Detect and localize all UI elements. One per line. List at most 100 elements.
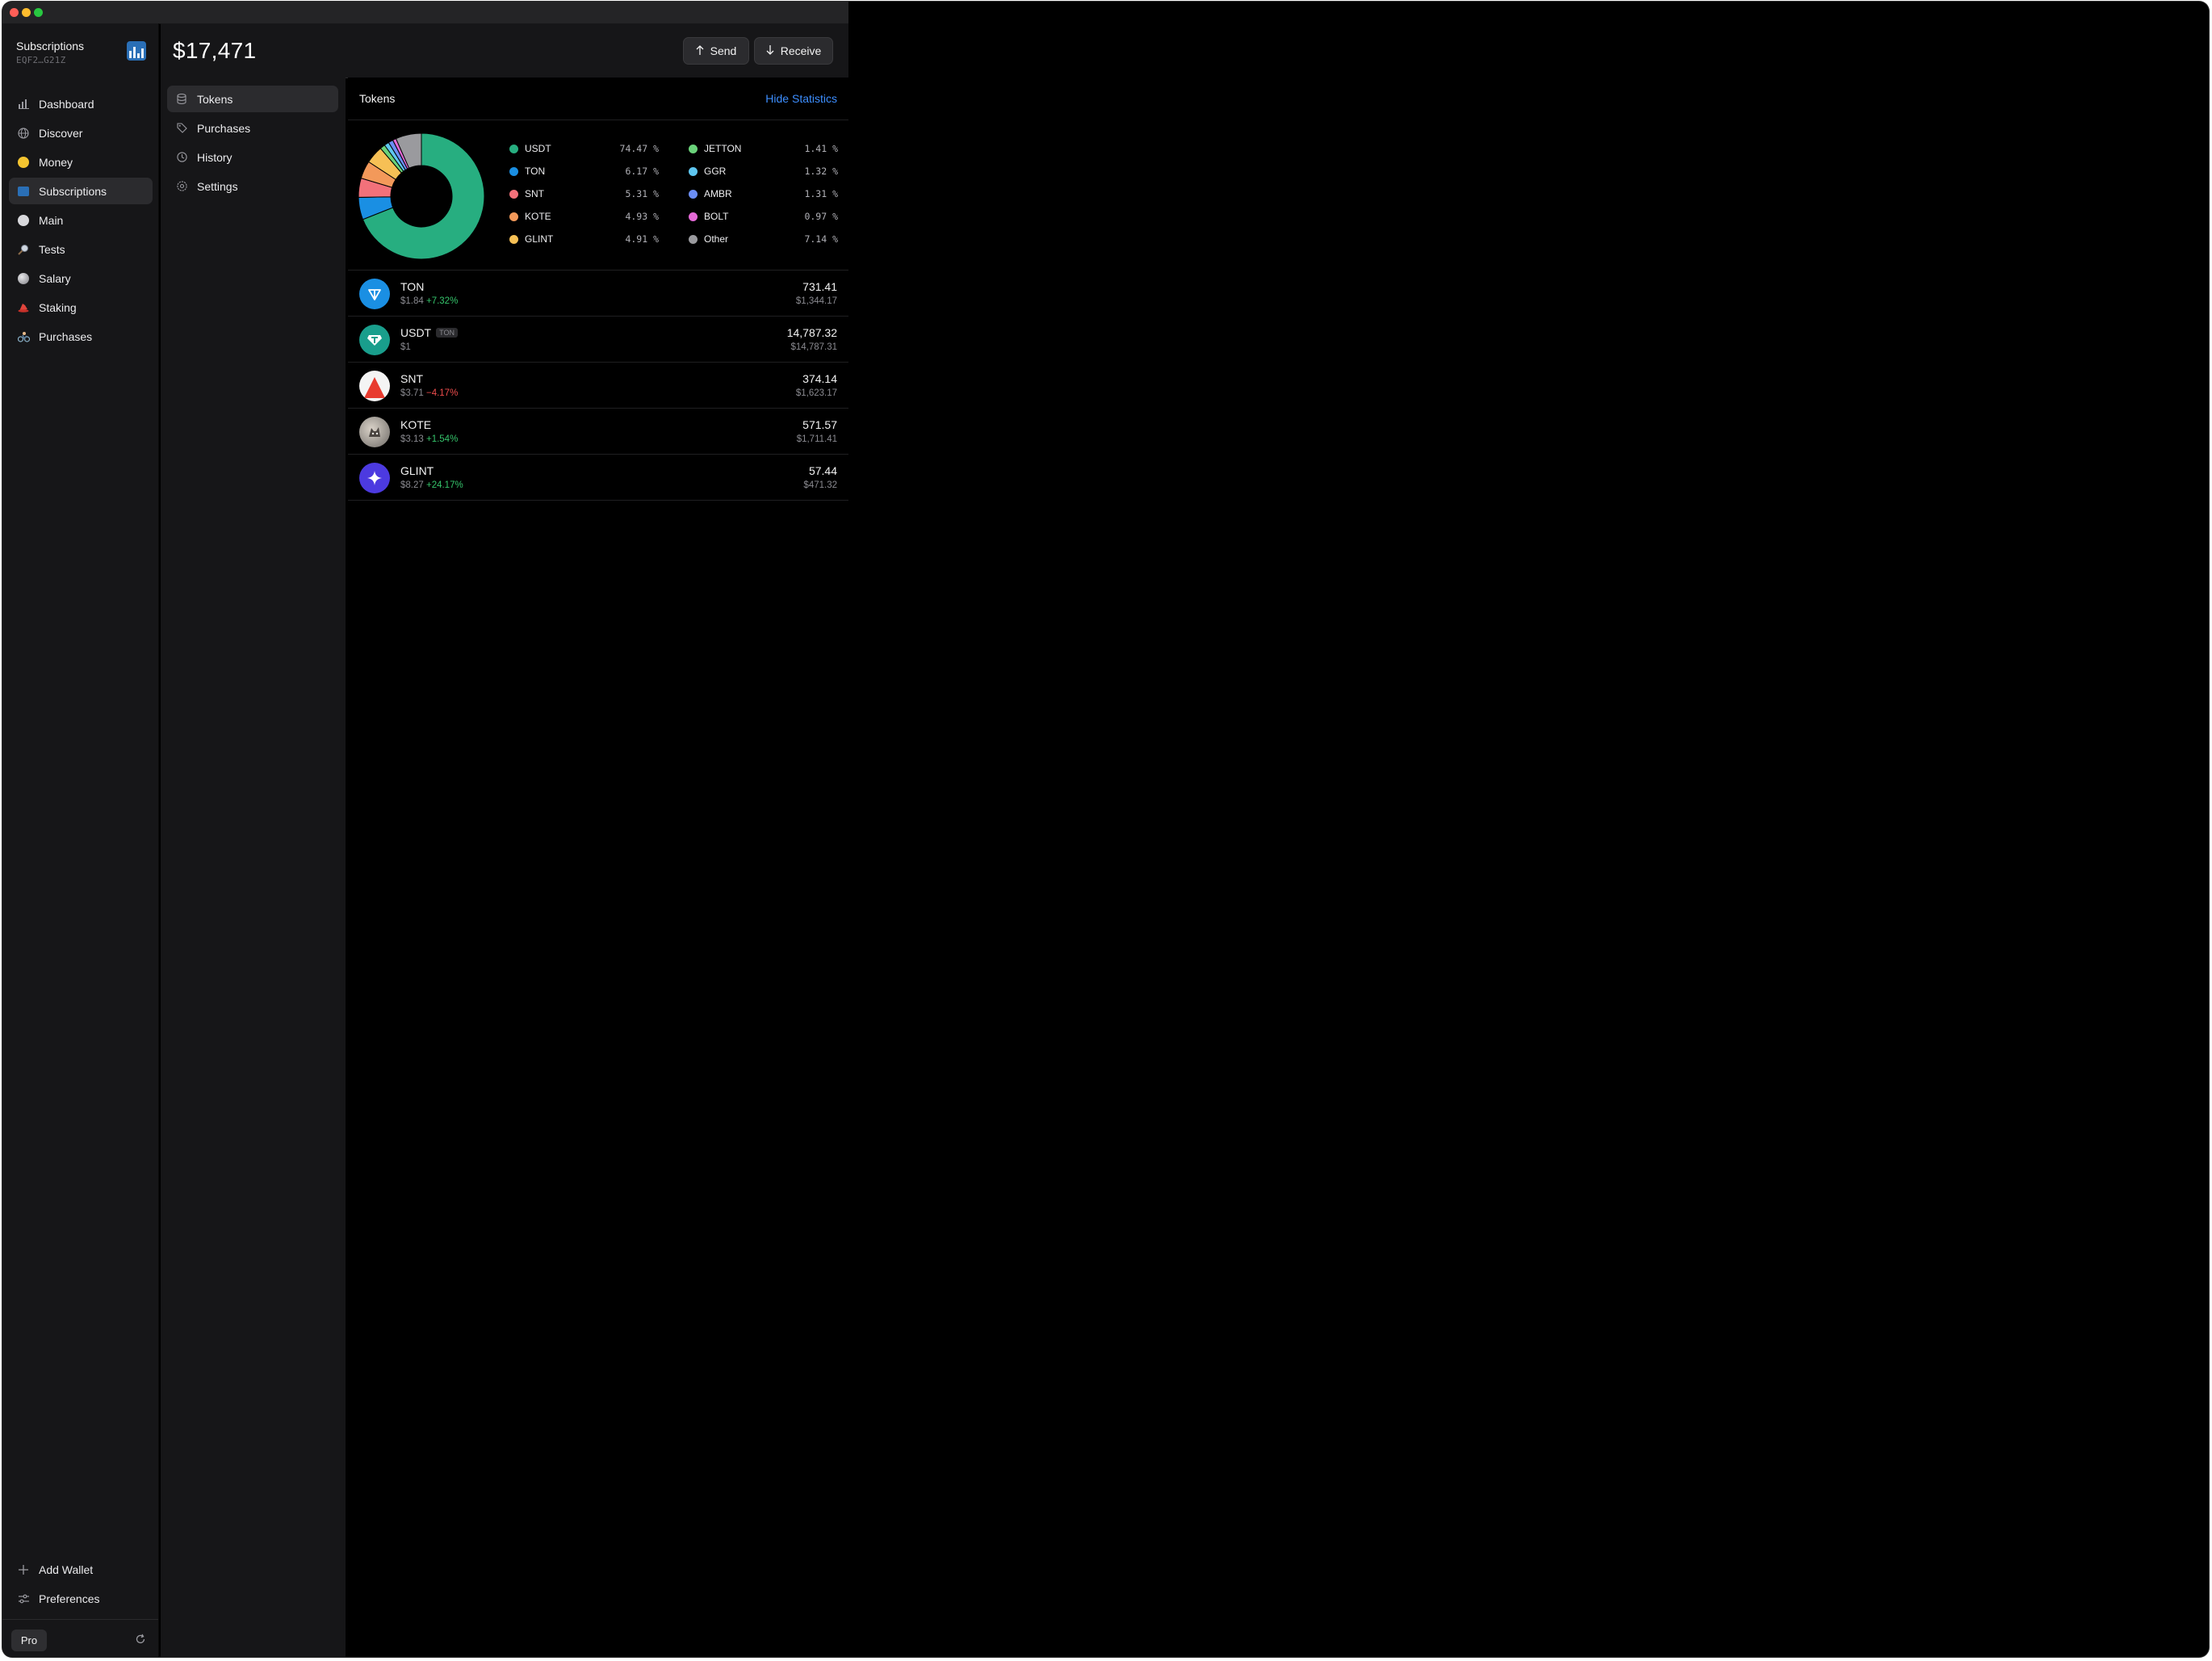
legend-item: TON 6.17 %	[509, 160, 659, 182]
legend-name: USDT	[525, 143, 551, 154]
legend-name: Other	[704, 233, 729, 245]
subnav-item-settings[interactable]: Settings	[167, 173, 338, 199]
token-name: GLINT	[400, 464, 434, 477]
sidebar-item-purchases[interactable]: Purchases	[9, 323, 153, 350]
legend-percent: 1.41 %	[804, 143, 838, 154]
sidebar-item-main[interactable]: Main	[9, 207, 153, 233]
tag-icon	[175, 122, 188, 135]
title-bar	[2, 2, 848, 24]
magnifier-emoji-icon	[17, 243, 30, 256]
subnav-item-tokens[interactable]: Tokens	[167, 86, 338, 112]
chart-emoji-icon	[17, 185, 30, 198]
bar-chart-icon	[17, 98, 30, 111]
token-symbol: SNT	[400, 372, 423, 385]
legend-item: USDT 74.47 %	[509, 137, 659, 160]
token-symbol: KOTE	[400, 418, 432, 431]
bar-chart-icon[interactable]	[127, 41, 146, 61]
token-fiat-value: $1,344.17	[795, 296, 837, 306]
subnav-item-history[interactable]: History	[167, 144, 338, 170]
token-price: $3.13 +1.54%	[400, 434, 458, 444]
sidebar-item-dashboard[interactable]: Dashboard	[9, 90, 153, 117]
tokens-header: Tokens Hide Statistics	[348, 78, 848, 120]
send-button[interactable]: Send	[683, 37, 749, 65]
refresh-icon[interactable]	[135, 1634, 146, 1645]
legend-percent: 74.47 %	[619, 143, 659, 154]
snt-icon	[359, 371, 390, 401]
legend-item: Other 7.14 %	[689, 228, 838, 250]
kote-icon	[359, 417, 390, 447]
token-amount: 57.44	[808, 464, 837, 477]
token-fiat-value: $14,787.31	[790, 342, 837, 352]
token-name: USDT TON	[400, 326, 458, 339]
receive-button[interactable]: Receive	[754, 37, 833, 65]
legend-percent: 4.91 %	[625, 233, 659, 245]
token-amount: 731.41	[802, 280, 837, 293]
token-row-kote[interactable]: KOTE $3.13 +1.54% 571.57 $1,711.41	[348, 409, 848, 455]
token-name: TON	[400, 280, 424, 293]
subnav-item-label: Purchases	[197, 121, 251, 135]
legend-percent: 1.32 %	[804, 166, 838, 177]
token-row-usdt[interactable]: USDT TON $1 14,787.32 $14,787.31	[348, 317, 848, 363]
token-name: SNT	[400, 372, 423, 385]
token-row-glint[interactable]: GLINT $8.27 +24.17% 57.44 $471.32	[348, 455, 848, 501]
sidebar-item-label: Tests	[39, 242, 65, 256]
sidebar-item-label: Subscriptions	[39, 184, 107, 198]
network-tag: TON	[436, 328, 458, 338]
token-symbol: USDT	[400, 326, 432, 339]
legend-item: SNT 5.31 %	[509, 182, 659, 205]
wallet-address[interactable]: EQF2…G21Z	[16, 55, 65, 65]
legend-dot	[509, 144, 518, 153]
legend-name: KOTE	[525, 211, 551, 222]
subnav-item-label: History	[197, 150, 233, 164]
token-symbol: TON	[400, 280, 425, 293]
legend-dot	[689, 144, 698, 153]
preferences-button[interactable]: Preferences	[9, 1585, 153, 1612]
minimize-window-button[interactable]	[22, 8, 31, 17]
ton-icon	[359, 279, 390, 309]
close-window-button[interactable]	[10, 8, 19, 17]
legend-name: GGR	[704, 166, 727, 177]
subnav-item-purchases[interactable]: Purchases	[167, 115, 338, 141]
sidebar-item-staking[interactable]: Staking	[9, 294, 153, 321]
add-wallet-button[interactable]: Add Wallet	[9, 1556, 153, 1583]
token-row-snt[interactable]: SNT $3.71 −4.17% 374.14 $1,623.17	[348, 363, 848, 409]
globe-icon	[17, 127, 30, 140]
sidebar-item-tests[interactable]: Tests	[9, 236, 153, 262]
token-change: +1.54%	[425, 434, 459, 444]
arrow-up-icon	[696, 44, 704, 57]
legend-percent: 4.93 %	[625, 211, 659, 222]
arrow-down-icon	[766, 44, 774, 57]
legend-percent: 5.31 %	[625, 188, 659, 199]
preferences-label: Preferences	[39, 1592, 100, 1605]
token-amount: 14,787.32	[786, 326, 837, 339]
legend-name: TON	[525, 166, 546, 177]
add-wallet-label: Add Wallet	[39, 1562, 94, 1576]
legend-percent: 0.97 %	[804, 211, 838, 222]
sidebar-item-discover[interactable]: Discover	[9, 120, 153, 146]
token-price-value: $8.27	[400, 480, 424, 490]
pro-button[interactable]: Pro	[11, 1630, 47, 1651]
sidebar-item-salary[interactable]: Salary	[9, 265, 153, 292]
legend-dot	[689, 166, 698, 176]
money-emoji-icon	[17, 156, 30, 169]
legend-item: KOTE 4.93 %	[509, 205, 659, 228]
token-statistics: USDT 74.47 % TON 6.17 % SNT 5.31 % KOTE …	[348, 120, 848, 271]
wallet-name[interactable]: Subscriptions	[16, 40, 84, 52]
panel-title: Tokens	[359, 92, 396, 105]
legend-percent: 7.14 %	[804, 233, 838, 245]
allocation-donut-chart	[358, 132, 485, 260]
sidebar-item-label: Discover	[39, 126, 83, 140]
sidebar-item-money[interactable]: Money	[9, 149, 153, 175]
legend-name: GLINT	[525, 233, 554, 245]
token-price-value: $3.71	[400, 388, 424, 398]
token-name: KOTE	[400, 418, 431, 431]
legend-dot	[509, 166, 518, 176]
sidebar-item-subscriptions[interactable]: Subscriptions	[9, 178, 153, 204]
legend-item: BOLT 0.97 %	[689, 205, 838, 228]
legend-name: SNT	[525, 188, 544, 199]
zoom-window-button[interactable]	[34, 8, 43, 17]
token-row-ton[interactable]: TON $1.84 +7.32% 731.41 $1,344.17	[348, 271, 848, 317]
token-amount: 571.57	[802, 418, 837, 431]
hide-statistics-link[interactable]: Hide Statistics	[765, 92, 837, 105]
legend-dot	[509, 234, 518, 244]
